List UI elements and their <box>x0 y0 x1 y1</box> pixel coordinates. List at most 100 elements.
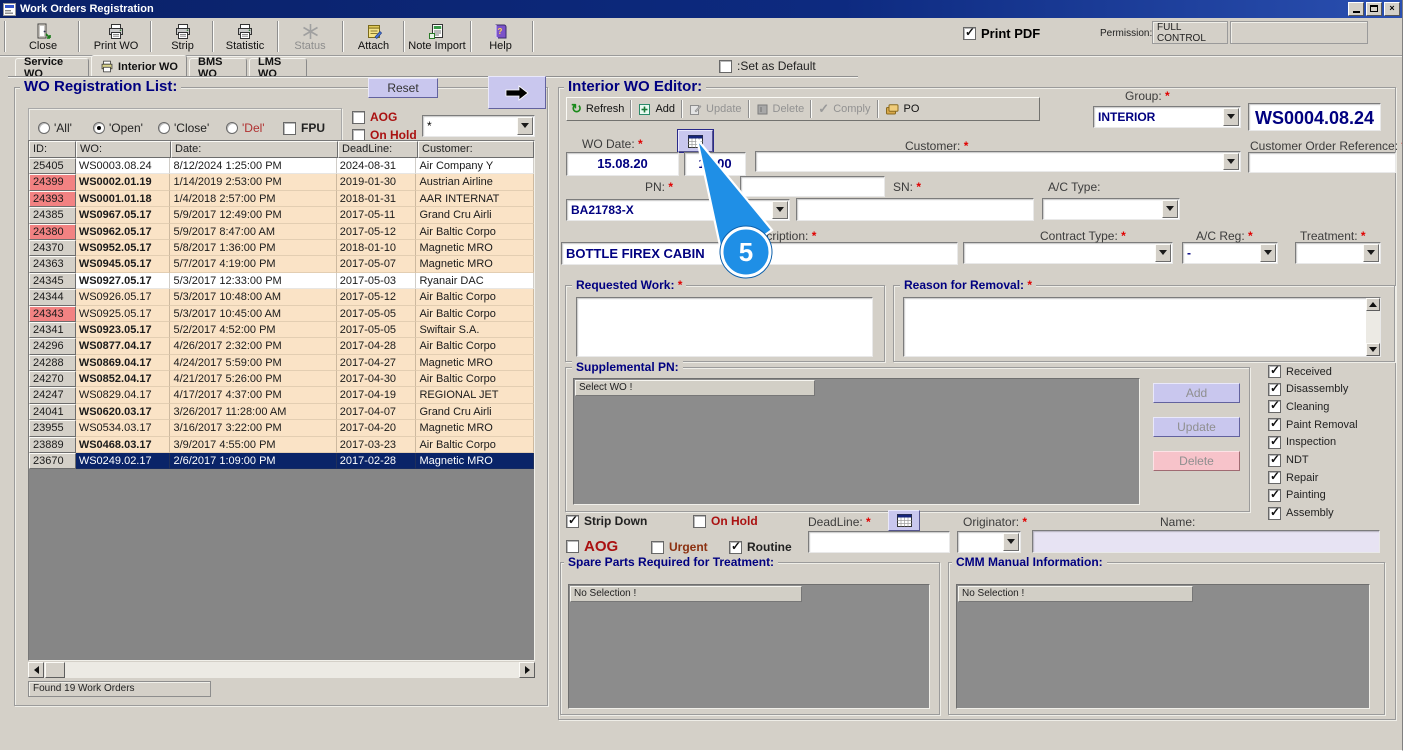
radio-close-circle[interactable] <box>158 122 170 134</box>
strip-down-box[interactable] <box>566 515 579 528</box>
table-row[interactable]: 24393 WS0001.01.18 1/4/2018 2:57:00 PM 2… <box>29 191 534 207</box>
scroll-right-arrow[interactable] <box>519 662 535 678</box>
stage-inspection-checkbox[interactable]: Inspection <box>1268 436 1336 449</box>
cmm-list[interactable]: No Selection ! <box>956 584 1370 709</box>
pn-combo[interactable]: BA21783-X <box>566 199 790 221</box>
column-header-date[interactable]: Date: <box>171 141 338 158</box>
wo-date-calendar-button[interactable] <box>678 130 713 152</box>
routine-box[interactable] <box>729 541 742 554</box>
table-row[interactable]: 24385 WS0967.05.17 5/9/2017 12:49:00 PM … <box>29 207 534 223</box>
print-wo-button[interactable]: Print WO <box>86 20 146 54</box>
table-row[interactable]: 24363 WS0945.05.17 5/7/2017 4:19:00 PM 2… <box>29 256 534 272</box>
supplemental-add-button[interactable]: Add <box>1153 383 1240 403</box>
chevron-down-icon[interactable] <box>1260 244 1276 262</box>
stage-received-box[interactable] <box>1268 365 1281 378</box>
table-row[interactable]: 24370 WS0952.05.17 5/8/2017 1:36:00 PM 2… <box>29 240 534 256</box>
radio-all[interactable]: 'All' <box>38 121 72 135</box>
stage-paint-removal-checkbox[interactable]: Paint Removal <box>1268 418 1358 431</box>
table-row[interactable]: 24041 WS0620.03.17 3/26/2017 11:28:00 AM… <box>29 404 534 420</box>
radio-all-circle[interactable] <box>38 122 50 134</box>
table-row[interactable]: 24247 WS0829.04.17 4/17/2017 4:37:00 PM … <box>29 387 534 403</box>
radio-open[interactable]: 'Open' <box>93 121 143 135</box>
print-pdf-checkbox-box[interactable] <box>963 27 976 40</box>
wo-time-input[interactable]: 12:00 <box>684 152 746 176</box>
help-button[interactable]: ? Help <box>473 20 528 54</box>
strip-down-checkbox[interactable]: Strip Down <box>566 514 647 528</box>
column-header-customer[interactable]: Customer: <box>418 141 534 158</box>
on-hold-box[interactable] <box>693 515 706 528</box>
table-row[interactable]: 24288 WS0869.04.17 4/24/2017 5:59:00 PM … <box>29 355 534 371</box>
fpu-checkbox[interactable]: FPU <box>283 121 325 135</box>
close-window-button[interactable]: × <box>1384 2 1400 16</box>
deadline-input[interactable] <box>808 531 950 553</box>
note-import-button[interactable]: Note Import <box>406 20 468 54</box>
chevron-down-icon[interactable] <box>772 201 788 219</box>
po-button[interactable]: PO <box>885 103 920 116</box>
radio-del[interactable]: 'Del' <box>226 121 265 135</box>
scroll-up-arrow[interactable] <box>1366 298 1380 311</box>
reason-scrollbar[interactable] <box>1366 298 1380 356</box>
routine-checkbox[interactable]: Routine <box>729 540 792 554</box>
column-header-id[interactable]: ID: <box>29 141 76 158</box>
statistic-button[interactable]: Statistic <box>216 20 274 54</box>
table-row[interactable]: 24270 WS0852.04.17 4/21/2017 5:26:00 PM … <box>29 371 534 387</box>
aog-checkbox[interactable]: AOG <box>566 538 618 555</box>
reset-button[interactable]: Reset <box>368 78 438 98</box>
stage-disassembly-checkbox[interactable]: Disassembly <box>1268 383 1348 396</box>
spare-parts-list[interactable]: No Selection ! <box>568 584 930 709</box>
stage-ndt-checkbox[interactable]: NDT <box>1268 454 1309 467</box>
chevron-down-icon[interactable] <box>1162 200 1178 218</box>
set-as-default-checkbox[interactable]: :Set as Default <box>719 59 816 73</box>
close-button[interactable]: Close <box>14 20 72 54</box>
chevron-down-icon[interactable] <box>517 117 533 135</box>
restore-button[interactable] <box>1366 2 1382 16</box>
chevron-down-icon[interactable] <box>1003 533 1019 551</box>
requested-work-textarea[interactable] <box>576 297 873 357</box>
radio-del-circle[interactable] <box>226 122 238 134</box>
name-input[interactable] <box>1032 530 1380 553</box>
tab-interior-wo[interactable]: Interior WO <box>91 55 187 77</box>
table-row[interactable]: 24345 WS0927.05.17 5/3/2017 12:33:00 PM … <box>29 273 534 289</box>
minimize-button[interactable] <box>1348 2 1364 16</box>
stage-assembly-checkbox[interactable]: Assembly <box>1268 507 1334 520</box>
supplemental-pn-list-header[interactable]: Select WO ! <box>575 380 815 396</box>
aog-filter-checkbox[interactable]: AOG <box>352 110 397 124</box>
table-row[interactable]: 23670 WS0249.02.17 2/6/2017 1:09:00 PM 2… <box>29 453 534 469</box>
stage-inspection-box[interactable] <box>1268 436 1281 449</box>
scrollbar-thumb[interactable] <box>45 662 65 678</box>
scroll-left-arrow[interactable] <box>28 662 44 678</box>
contract-type-combo[interactable] <box>963 242 1173 264</box>
stage-cleaning-box[interactable] <box>1268 400 1281 413</box>
table-row[interactable]: 24399 WS0002.01.19 1/14/2019 2:53:00 PM … <box>29 174 534 190</box>
table-row[interactable]: 24344 WS0926.05.17 5/3/2017 10:48:00 AM … <box>29 289 534 305</box>
radio-close[interactable]: 'Close' <box>158 121 209 135</box>
scroll-down-arrow[interactable] <box>1366 343 1380 356</box>
deadline-calendar-button[interactable] <box>888 510 920 531</box>
table-row[interactable]: 24343 WS0925.05.17 5/3/2017 10:45:00 AM … <box>29 306 534 322</box>
add-wo-button[interactable]: Add <box>638 103 675 116</box>
on-hold-checkbox[interactable]: On Hold <box>693 514 758 528</box>
table-row[interactable]: 24296 WS0877.04.17 4/26/2017 2:32:00 PM … <box>29 338 534 354</box>
column-header-deadline[interactable]: DeadLine: <box>338 141 418 158</box>
stage-painting-box[interactable] <box>1268 489 1281 502</box>
group-combo[interactable]: INTERIOR <box>1093 106 1241 128</box>
sn-input[interactable] <box>796 198 1034 221</box>
fpu-checkbox-box[interactable] <box>283 122 296 135</box>
spare-parts-list-header[interactable]: No Selection ! <box>570 586 802 602</box>
description-input[interactable]: BOTTLE FIREX CABIN <box>561 242 958 265</box>
table-row[interactable]: 23889 WS0468.03.17 3/9/2017 4:55:00 PM 2… <box>29 437 534 453</box>
wildcard-filter-combo[interactable]: * <box>422 115 535 137</box>
aog-filter-checkbox-box[interactable] <box>352 111 365 124</box>
stage-cleaning-checkbox[interactable]: Cleaning <box>1268 400 1329 413</box>
chevron-down-icon[interactable] <box>1363 244 1379 262</box>
treatment-combo[interactable] <box>1295 242 1381 264</box>
urgent-checkbox[interactable]: Urgent <box>651 540 708 554</box>
print-pdf-checkbox[interactable]: Print PDF <box>963 26 1040 41</box>
stage-paint-removal-box[interactable] <box>1268 418 1281 431</box>
cmm-list-header[interactable]: No Selection ! <box>958 586 1193 602</box>
aog-box[interactable] <box>566 540 579 553</box>
customer-combo[interactable] <box>755 151 1241 172</box>
tab-lms-wo[interactable]: LMS WO <box>249 58 307 77</box>
originator-combo[interactable] <box>957 531 1021 553</box>
tab-service-wo[interactable]: Service WO <box>15 58 89 77</box>
